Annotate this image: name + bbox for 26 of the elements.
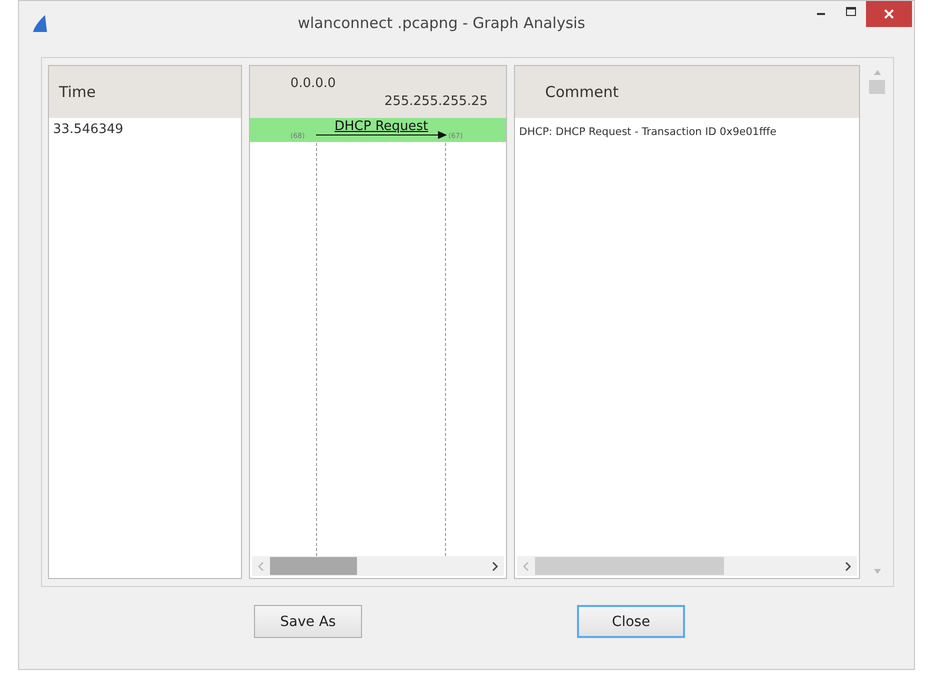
node-label: 0.0.0.0 — [290, 76, 336, 91]
scroll-right-icon[interactable] — [845, 562, 852, 570]
dialog-button[interactable]: Close — [577, 605, 685, 638]
window-title: wlanconnect .pcapng - Graph Analysis — [296, 14, 586, 32]
column-header: Comment — [544, 83, 619, 101]
scroll-right-icon[interactable] — [492, 562, 498, 570]
node-label: 255.255.255.25 — [384, 94, 488, 109]
arrow-icon — [316, 131, 448, 139]
scrollbar-thumb[interactable] — [869, 80, 886, 94]
dialog-button[interactable]: Save As — [254, 605, 362, 638]
close-icon — [884, 9, 894, 19]
scroll-up-icon[interactable] — [874, 70, 881, 75]
horizontal-scrollbar[interactable] — [517, 556, 858, 576]
fin-icon — [31, 13, 49, 33]
column-header: Time — [58, 83, 96, 101]
horizontal-scrollbar[interactable] — [252, 556, 504, 576]
comment-cell-text: DHCP: DHCP Request - Transaction ID 0x9e01fffe — [518, 125, 778, 140]
scroll-down-icon[interactable] — [874, 569, 881, 574]
time-cell-text: 33.546349 — [52, 121, 124, 139]
scroll-left-icon[interactable] — [258, 562, 264, 570]
scrollbar-thumb[interactable] — [535, 557, 724, 575]
maximize-icon — [846, 7, 856, 17]
flow-label: DHCP Request — [334, 119, 430, 134]
scrollbar-thumb[interactable] — [270, 557, 357, 575]
close-button[interactable] — [866, 1, 912, 27]
scroll-left-icon[interactable] — [523, 562, 530, 570]
